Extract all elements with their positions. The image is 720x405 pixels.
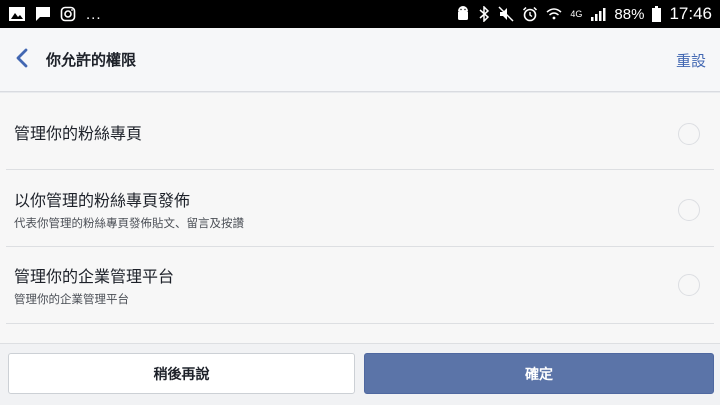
permission-title: 管理你的企業管理平台 xyxy=(14,267,175,286)
permission-title: 以你管理的粉絲專頁發佈 xyxy=(14,191,191,210)
mute-icon xyxy=(498,6,514,22)
alarm-icon xyxy=(522,6,538,22)
clock: 17:46 xyxy=(669,4,712,23)
confirm-button[interactable]: 確定 xyxy=(364,353,714,394)
permission-item-manage-pages[interactable]: 管理你的粉絲專頁 xyxy=(6,93,714,170)
network-type: 4G xyxy=(570,8,583,19)
permission-title: 管理你的粉絲專頁 xyxy=(14,124,143,143)
image-icon xyxy=(8,6,26,22)
chat-icon xyxy=(34,6,52,22)
permission-list: 管理你的粉絲專頁 以你管理的粉絲專頁發佈 代表你管理的粉絲專頁發佈貼文、留言及按… xyxy=(0,93,720,343)
permission-item-business-manager[interactable]: 管理你的企業管理平台 管理你的企業管理平台 xyxy=(6,247,714,324)
android-icon xyxy=(456,6,470,22)
permission-description: 代表你管理的粉絲專頁發佈貼文、留言及按讚 xyxy=(14,216,244,230)
battery-percent: 88% xyxy=(614,5,645,23)
signal-icon xyxy=(590,7,606,21)
battery-icon xyxy=(652,6,662,22)
bluetooth-icon xyxy=(478,6,490,22)
reset-button[interactable]: 重設 xyxy=(676,50,706,71)
back-button[interactable] xyxy=(2,28,42,92)
permission-radio[interactable] xyxy=(678,123,700,145)
not-now-button[interactable]: 稍後再說 xyxy=(8,353,355,394)
chevron-left-icon xyxy=(15,48,29,72)
header: 你允許的權限 重設 xyxy=(0,28,720,92)
permission-item-publish-pages[interactable]: 以你管理的粉絲專頁發佈 代表你管理的粉絲專頁發佈貼文、留言及按讚 xyxy=(6,170,714,247)
permission-description: 管理你的企業管理平台 xyxy=(14,292,129,306)
footer: 稍後再說 確定 xyxy=(0,343,720,405)
permission-radio[interactable] xyxy=(678,199,700,221)
overflow-indicator: ... xyxy=(86,5,102,23)
instagram-icon xyxy=(60,6,76,22)
permission-radio[interactable] xyxy=(678,274,700,296)
page-title: 你允許的權限 xyxy=(46,51,137,69)
wifi-icon xyxy=(546,7,562,21)
status-bar: ... 4G 88% 17:46 xyxy=(0,0,720,28)
